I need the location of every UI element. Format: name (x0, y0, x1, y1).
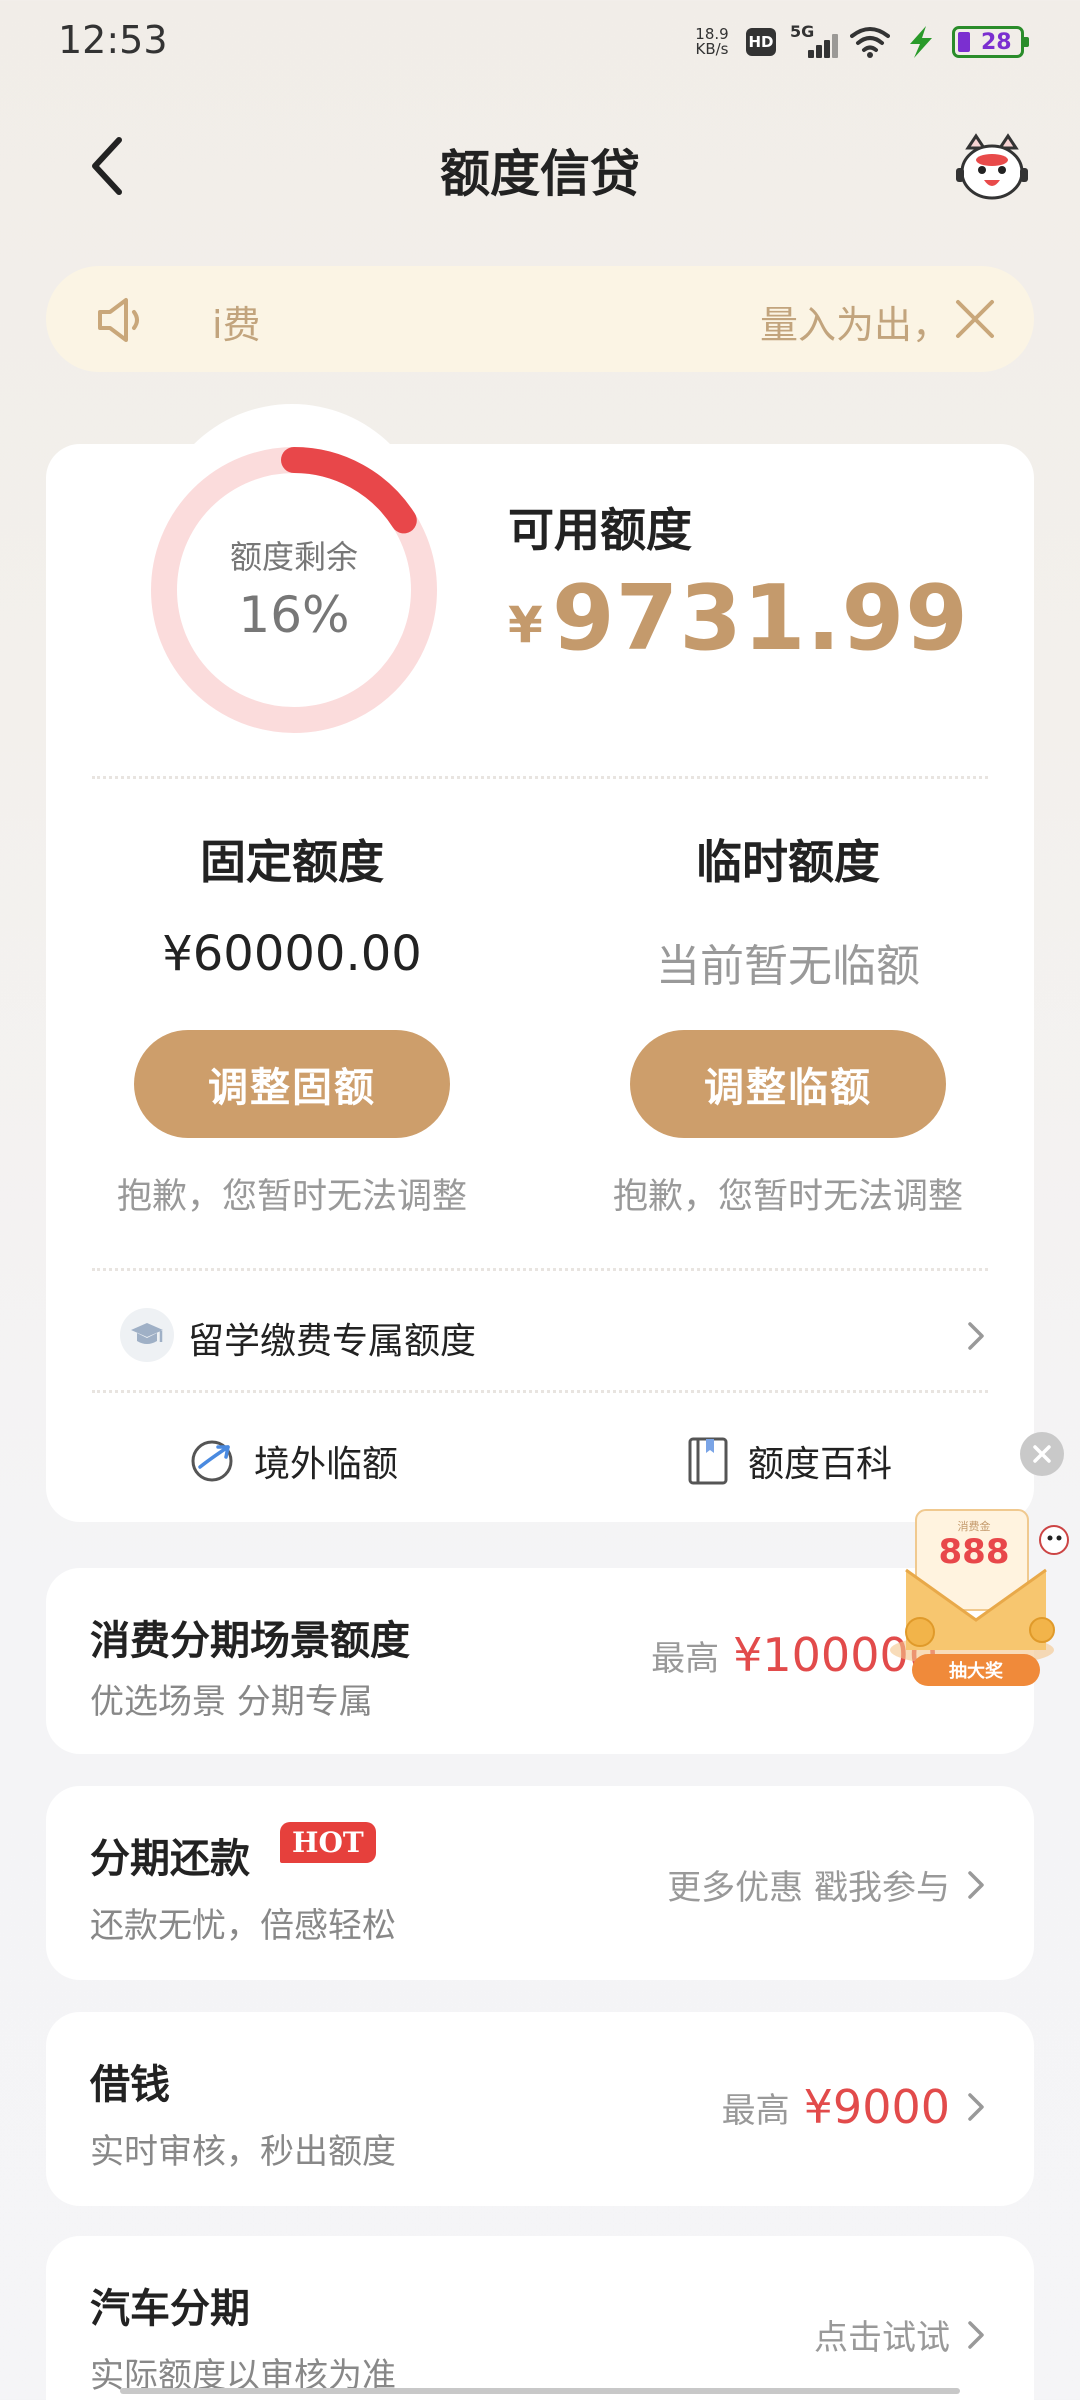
page-title: 额度信贷 (440, 145, 640, 203)
status-icons: 18.9 KB/s HD 5G 28 (692, 20, 1029, 64)
adjust-fixed-button[interactable]: 调整固额 (134, 1030, 450, 1138)
temporary-quota-note: 抱歉，您暂时无法调整 (612, 1177, 963, 1217)
charging-icon (910, 26, 932, 58)
chevron-right-icon (968, 2320, 984, 2349)
card-subtitle: 优选场景 分期专属 (90, 1682, 373, 1722)
max-amount: ¥9000 (803, 2080, 950, 2134)
quota-wiki-link[interactable]: 额度百科 (686, 1428, 892, 1494)
mascot-assistant-button[interactable] (952, 130, 1032, 210)
card-action-text: 更多优惠 戳我参与 (667, 1868, 950, 1908)
mascot-icon (956, 133, 1028, 200)
temporary-quota-title: 临时额度 (696, 835, 880, 889)
net-speed: 18.9 KB/s (695, 25, 729, 58)
borrow-card[interactable]: 借钱 实时审核，秒出额度 最高 ¥9000 (46, 2012, 1034, 2206)
hd-icon: HD (746, 28, 776, 56)
max-label: 最高 (651, 1638, 720, 1679)
card-title: 汽车分期 (90, 2286, 250, 2332)
notice-text-left: i费 (212, 303, 261, 347)
signal-icon: 5G (790, 22, 838, 62)
globe-plane-icon (191, 1440, 233, 1482)
chevron-right-icon (968, 1870, 984, 1899)
hot-badge: HOT (280, 1822, 376, 1863)
graduation-cap-icon (120, 1308, 174, 1362)
available-quota-label: 可用额度 (508, 503, 692, 557)
card-subtitle: 实时审核，秒出额度 (90, 2132, 396, 2172)
divider (92, 776, 988, 779)
car-installment-card[interactable]: 汽车分期 实际额度以审核为准 点击试试 (46, 2236, 1034, 2400)
divider (92, 1390, 988, 1393)
study-abroad-label: 留学缴费专属额度 (188, 1321, 477, 1362)
overseas-temp-quota-link[interactable]: 境外临额 (188, 1428, 398, 1494)
wifi-icon (850, 27, 890, 58)
card-action-text: 点击试试 (814, 2318, 950, 2358)
quota-wiki-label: 额度百科 (748, 1444, 893, 1485)
notice-text-right: 量入为出， (760, 303, 951, 347)
ring-label: 额度剩余 (229, 538, 358, 576)
max-label: 最高 (721, 2090, 790, 2131)
notice-bar[interactable]: i费 量入为出， (46, 266, 1034, 372)
close-icon[interactable] (952, 296, 998, 342)
promo-amount: 888 (938, 1532, 1010, 1572)
promo-close-button[interactable] (1020, 1432, 1064, 1476)
card-title: 分期还款 (90, 1836, 250, 1882)
card-subtitle: 还款无忧，倍感轻松 (90, 1906, 396, 1946)
chevron-right-icon (968, 1322, 984, 1350)
fixed-quota-note: 抱歉，您暂时无法调整 (116, 1177, 467, 1217)
installment-repay-card[interactable]: 分期还款 HOT 还款无忧，倍感轻松 更多优惠 戳我参与 (46, 1786, 1034, 1980)
fixed-quota-value: ¥60000.00 (162, 926, 422, 982)
temporary-quota-value: 当前暂无临额 (656, 941, 920, 992)
chevron-right-icon (968, 2093, 984, 2121)
close-icon (1033, 1445, 1051, 1463)
speaker-icon (98, 298, 139, 342)
status-bar: 12:53 18.9 KB/s HD 5G 28 (0, 0, 1080, 80)
lottery-promo-widget[interactable]: 消费金 888 抽大奖 (876, 1500, 1076, 1686)
status-time: 12:53 (58, 18, 168, 62)
divider (92, 1268, 988, 1271)
promo-badge: 抽大奖 (912, 1654, 1040, 1686)
fixed-quota-title: 固定额度 (200, 835, 384, 889)
adjust-temporary-button[interactable]: 调整临额 (630, 1030, 946, 1138)
available-currency: ¥ (508, 596, 543, 654)
book-icon (688, 1437, 728, 1485)
battery-icon: 28 (952, 26, 1029, 58)
ring-value: 16% (238, 586, 350, 644)
study-abroad-quota-row[interactable]: 留学缴费专属额度 (92, 1296, 988, 1376)
card-title: 消费分期场景额度 (90, 1618, 410, 1664)
home-indicator[interactable] (120, 2388, 960, 2394)
overseas-temp-quota-label: 境外临额 (254, 1444, 399, 1485)
card-title: 借钱 (90, 2062, 170, 2108)
available-quota-amount: 9731.99 (552, 566, 969, 671)
